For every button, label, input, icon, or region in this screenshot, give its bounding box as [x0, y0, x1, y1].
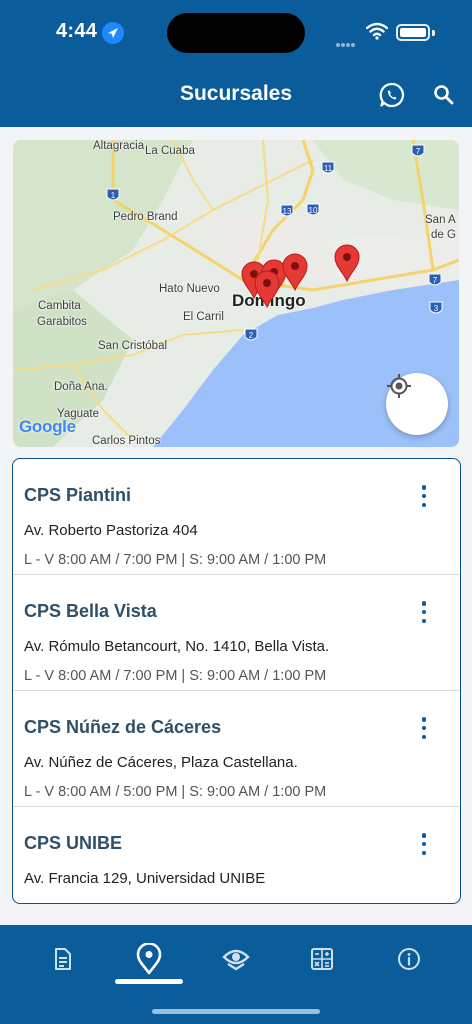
eye-shield-icon	[222, 949, 250, 971]
whatsapp-icon	[379, 82, 405, 108]
map-label-la-cuaba: La Cuaba	[145, 145, 195, 157]
route-shield-text: 10	[309, 206, 318, 215]
calculator-icon	[311, 948, 333, 970]
branch-address: Av. Rómulo Betancourt, No. 1410, Bella V…	[24, 638, 330, 655]
tab-branches[interactable]	[129, 939, 169, 979]
map-label-san-a: San A	[425, 214, 456, 226]
route-shield: 3	[429, 301, 443, 314]
tab-info[interactable]	[389, 939, 429, 979]
branch-hours: L - V 8:00 AM / 7:00 PM | S: 9:00 AM / 1…	[24, 552, 327, 568]
route-shield: 11	[321, 161, 335, 174]
list-item[interactable]: CPS UNIBE Av. Francia 129, Universidad U…	[13, 807, 460, 903]
whatsapp-button[interactable]	[377, 80, 407, 110]
google-logo: Google	[19, 417, 76, 436]
map-label-san-cristobal: San Cristóbal	[98, 340, 168, 352]
route-shield: 1	[106, 188, 120, 201]
route-shield-text: 13	[283, 207, 292, 216]
route-shield: 2	[244, 328, 258, 341]
bottom-tab-bar	[0, 925, 472, 1024]
app-top-area: 4:44 Sucursales	[0, 0, 472, 127]
map-label-el-carril: El Carril	[183, 311, 224, 323]
more-options-icon[interactable]	[414, 833, 434, 855]
route-shield-text: 2	[249, 331, 254, 340]
tab-coverage[interactable]	[216, 939, 256, 979]
route-shield-text: 7	[433, 276, 438, 285]
tab-calculator[interactable]	[302, 939, 342, 979]
map-label-cambita: Cambita	[38, 300, 81, 312]
branch-address: Av. Roberto Pastoriza 404	[24, 522, 198, 539]
location-arrow-icon	[102, 22, 124, 44]
map-label-dona-ana: Doña Ana.	[54, 381, 108, 393]
tab-documents[interactable]	[43, 939, 83, 979]
more-options-icon[interactable]	[414, 485, 434, 507]
dynamic-island	[167, 13, 305, 53]
cellular-signal-icon	[336, 34, 356, 52]
list-item[interactable]: CPS Bella Vista Av. Rómulo Betancourt, N…	[13, 575, 460, 691]
active-tab-indicator	[115, 979, 183, 984]
route-shield-text: 11	[324, 164, 333, 173]
battery-icon	[396, 24, 430, 41]
more-options-icon[interactable]	[414, 717, 434, 739]
branch-list: CPS Piantini Av. Roberto Pastoriza 404 L…	[12, 458, 461, 904]
location-pin-icon	[136, 943, 162, 975]
map-label-altagracia: Altagracia	[93, 140, 145, 152]
status-time: 4:44	[56, 20, 98, 42]
branch-address: Av. Núñez de Cáceres, Plaza Castellana.	[24, 754, 298, 771]
list-item[interactable]: CPS Piantini Av. Roberto Pastoriza 404 L…	[13, 459, 460, 575]
map-label-de-g: de G	[431, 229, 456, 241]
branch-name: CPS Bella Vista	[24, 601, 157, 621]
route-shield-text: 1	[111, 191, 116, 200]
crosshair-icon	[387, 374, 411, 398]
wifi-icon	[365, 22, 389, 45]
branch-address: Av. Francia 129, Universidad UNIBE	[24, 870, 266, 887]
branch-name: CPS Núñez de Cáceres	[24, 717, 222, 737]
document-icon	[55, 948, 71, 970]
branch-name: CPS UNIBE	[24, 833, 123, 853]
route-shield-text: 7	[416, 147, 421, 156]
map-label-hato-nuevo: Hato Nuevo	[159, 283, 220, 295]
home-indicator[interactable]	[152, 1009, 320, 1014]
route-shield: 10	[306, 203, 320, 216]
info-icon	[398, 948, 420, 970]
map-label-pedro-brand: Pedro Brand	[113, 211, 178, 223]
map-label-carlos-pinto: Carlos Pintos	[92, 435, 161, 447]
route-shield: 7	[428, 273, 442, 286]
list-item[interactable]: CPS Núñez de Cáceres Av. Núñez de Cácere…	[13, 691, 460, 807]
route-shield-text: 3	[434, 304, 439, 313]
search-icon	[434, 85, 454, 105]
branch-pin-icon[interactable]	[282, 253, 308, 291]
battery-tip	[432, 30, 435, 36]
branch-hours: L - V 8:00 AM / 5:00 PM | S: 9:00 AM / 1…	[24, 784, 327, 800]
branches-map[interactable]: Altagracia La Cuaba Pedro Brand San A de…	[13, 140, 459, 447]
branch-name: CPS Piantini	[24, 485, 132, 505]
more-options-icon[interactable]	[414, 601, 434, 623]
search-button[interactable]	[429, 80, 459, 110]
route-shield: 13	[280, 204, 294, 217]
branch-pin-icon[interactable]	[334, 244, 360, 282]
my-location-button[interactable]	[386, 373, 448, 435]
status-bar: 4:44	[0, 0, 472, 64]
branch-pin-icon[interactable]	[254, 270, 280, 308]
route-shield: 7	[411, 144, 425, 157]
branch-hours: L - V 8:00 AM / 7:00 PM | S: 9:00 AM / 1…	[24, 668, 327, 684]
map-label-garabitos: Garabitos	[37, 316, 87, 328]
